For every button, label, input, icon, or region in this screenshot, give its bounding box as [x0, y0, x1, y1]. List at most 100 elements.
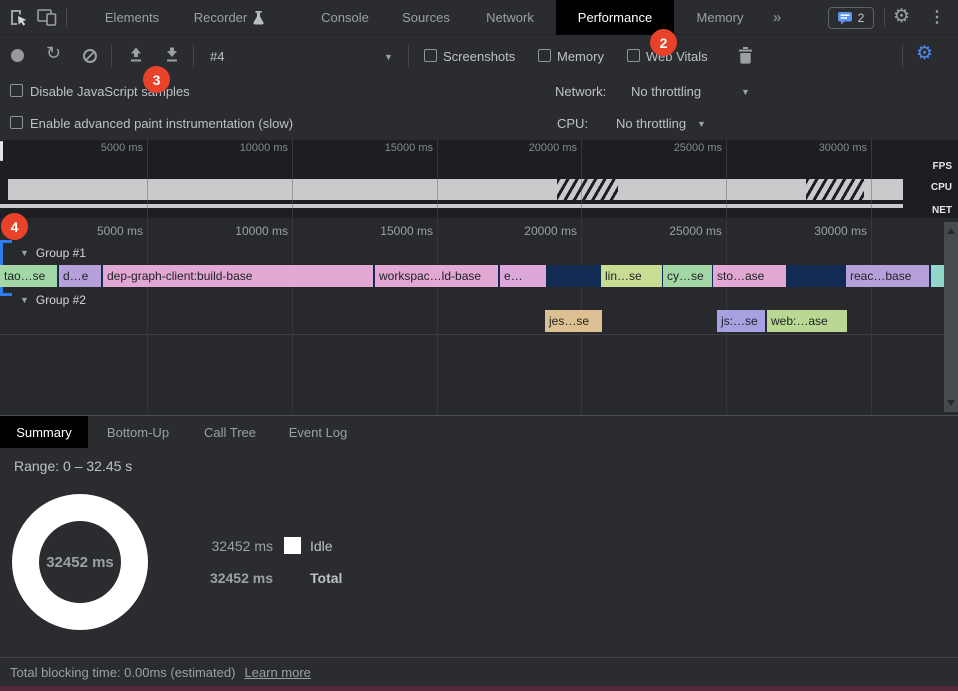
overview-tick: 30000 ms [767, 142, 867, 154]
recording-selector[interactable]: #4 [210, 49, 224, 64]
group-2-header[interactable]: ▼ Group #2 [20, 293, 86, 307]
message-bubble-icon [838, 12, 853, 25]
cpu-throttle-select[interactable]: No throttling [616, 116, 686, 131]
load-profile-icon[interactable] [128, 47, 144, 63]
flame-bar[interactable]: cy…se [663, 265, 712, 287]
overview-tick: 5000 ms [43, 142, 143, 154]
flask-icon [253, 11, 264, 25]
total-blocking-time-text: Total blocking time: 0.00ms (estimated) [10, 665, 235, 680]
disable-js-samples-checkbox[interactable] [10, 84, 23, 97]
advanced-paint-checkbox[interactable] [10, 116, 23, 129]
overview-tick: 15000 ms [333, 142, 433, 154]
reload-record-icon[interactable]: ↻ [46, 43, 61, 64]
cpu-hatched-region [806, 179, 864, 200]
flame-bar[interactable]: dep-graph-client:build-base [103, 265, 373, 287]
flame-bar[interactable]: jes…se [545, 310, 602, 332]
flame-bar[interactable]: tao…se [0, 265, 57, 287]
network-throttle-select[interactable]: No throttling [631, 84, 701, 99]
tab-network[interactable]: Network [462, 0, 558, 35]
flame-bar-label: web:…ase [771, 314, 828, 328]
chevron-down-icon[interactable]: ▼ [384, 52, 393, 62]
flame-bar[interactable]: js:…se [717, 310, 765, 332]
screenshots-label[interactable]: Screenshots [443, 49, 515, 64]
settings-gear-icon[interactable]: ⚙ [893, 5, 910, 28]
tab-label: Performance [578, 10, 652, 25]
flame-scrollbar[interactable] [944, 222, 958, 412]
more-tabs-button[interactable]: » [764, 0, 790, 35]
flame-bar-label: e… [504, 269, 523, 283]
inspect-icon[interactable] [9, 8, 28, 27]
tab-elements[interactable]: Elements [88, 0, 176, 35]
chevron-down-icon[interactable]: ▼ [697, 119, 706, 129]
tab-label: Elements [105, 10, 159, 25]
tab-call-tree[interactable]: Call Tree [188, 416, 272, 448]
flame-bar-label: tao…se [4, 269, 45, 283]
flame-bar-label: sto…ase [717, 269, 764, 283]
scroll-down-icon[interactable] [947, 400, 955, 406]
chevron-down-icon[interactable]: ▼ [741, 87, 750, 97]
screenshots-checkbox[interactable] [424, 49, 437, 62]
flame-bar-label: lin…se [605, 269, 642, 283]
issues-counter-button[interactable]: 2 [828, 7, 874, 29]
gridline [147, 140, 148, 218]
memory-checkbox[interactable] [538, 49, 551, 62]
flame-tick: 5000 ms [41, 224, 143, 238]
tab-sources[interactable]: Sources [382, 0, 470, 35]
cpu-activity-band [8, 179, 903, 200]
tab-label: Event Log [289, 425, 348, 440]
tab-console[interactable]: Console [300, 0, 390, 35]
gridline [147, 220, 148, 414]
web-vitals-checkbox[interactable] [627, 49, 640, 62]
clear-icon[interactable] [83, 49, 97, 63]
flame-chart[interactable]: 5000 ms 10000 ms 15000 ms 20000 ms 25000… [0, 218, 958, 415]
tabbar-separator [884, 8, 885, 27]
timeline-overview[interactable]: 5000 ms 10000 ms 15000 ms 20000 ms 25000… [0, 140, 958, 218]
tabbar-separator [66, 8, 67, 27]
legend-total-value: 32452 ms [185, 570, 273, 586]
tab-event-log[interactable]: Event Log [272, 416, 364, 448]
flame-bar[interactable]: workspac…ld-base [375, 265, 498, 287]
flame-bar-label: reac…base [850, 269, 911, 283]
flame-bar[interactable]: d…e [59, 265, 101, 287]
flame-bar[interactable]: web:…ase [767, 310, 847, 332]
desktop-edge [0, 686, 958, 691]
tab-bottom-up[interactable]: Bottom-Up [88, 416, 188, 448]
capture-settings-gear-icon[interactable]: ⚙ [916, 42, 933, 65]
group-1-header[interactable]: ▼ Group #1 [20, 246, 86, 260]
advanced-paint-label[interactable]: Enable advanced paint instrumentation (s… [30, 116, 293, 131]
flame-bar[interactable]: lin…se [601, 265, 662, 287]
gridline [437, 140, 438, 218]
flame-bar[interactable]: sto…ase [713, 265, 786, 287]
donut-center-value: 32452 ms [12, 554, 148, 571]
tab-recorder[interactable]: Recorder [176, 0, 282, 35]
save-profile-icon[interactable] [164, 47, 180, 63]
flame-tick: 20000 ms [475, 224, 577, 238]
legend-idle-value: 32452 ms [185, 538, 273, 554]
network-activity-strip [0, 204, 903, 208]
tab-memory[interactable]: Memory [676, 0, 764, 35]
memory-label[interactable]: Memory [557, 49, 604, 64]
overview-left-handle[interactable] [0, 141, 3, 161]
legend-total-label: Total [310, 570, 342, 586]
flame-bar-label: js:…se [721, 314, 758, 328]
trash-icon[interactable] [738, 47, 753, 64]
flame-bar-label: cy…se [667, 269, 704, 283]
learn-more-link[interactable]: Learn more [244, 665, 310, 680]
tab-summary[interactable]: Summary [0, 416, 88, 448]
toolbar-separator [193, 45, 194, 67]
scroll-up-icon[interactable] [947, 228, 955, 234]
toolbar-separator [111, 45, 112, 67]
flame-bar[interactable] [931, 265, 944, 287]
more-tabs-chevron: » [773, 9, 781, 26]
flame-tick: 10000 ms [186, 224, 288, 238]
details-tabbar: Summary Bottom-Up Call Tree Event Log [0, 415, 958, 448]
record-button[interactable] [11, 49, 24, 62]
fps-lane-label: FPS [929, 160, 956, 173]
network-throttle-label: Network: [555, 84, 606, 99]
device-toolbar-icon[interactable] [37, 9, 57, 26]
net-lane-label: NET [928, 204, 956, 217]
tab-label: Sources [402, 10, 450, 25]
flame-bar[interactable]: reac…base [846, 265, 929, 287]
kebab-menu-icon[interactable]: ⋮ [929, 7, 945, 27]
flame-bar[interactable]: e… [500, 265, 546, 287]
